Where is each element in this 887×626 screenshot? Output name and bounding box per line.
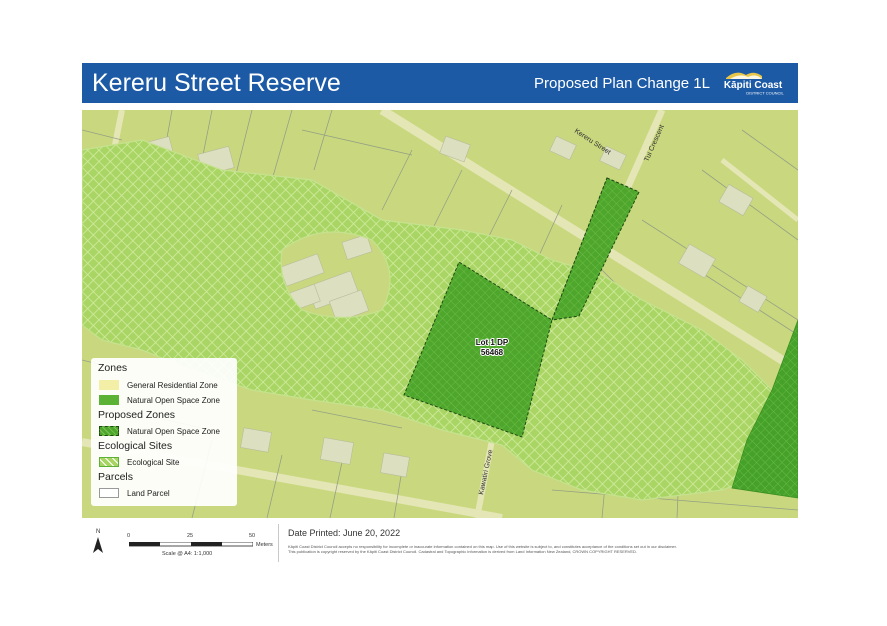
map-header: Kereru Street Reserve Proposed Plan Chan… bbox=[82, 63, 798, 103]
map-title: Kereru Street Reserve bbox=[92, 69, 341, 97]
north-label: N bbox=[96, 529, 101, 535]
legend-item-land-parcel: Land Parcel bbox=[99, 487, 170, 499]
legend-label-natural-open-space: Natural Open Space Zone bbox=[127, 395, 220, 405]
scale-ratio: Scale @ A4: 1:1,000 bbox=[162, 551, 213, 557]
scale-label-25: 25 bbox=[187, 533, 194, 539]
legend-label-general-residential: General Residential Zone bbox=[127, 380, 218, 390]
legend-label-proposed-natural-open-space: Natural Open Space Zone bbox=[127, 426, 220, 436]
legend-label-ecological-site: Ecological Site bbox=[127, 457, 180, 467]
scale-label-0: 0 bbox=[127, 533, 131, 539]
land-parcel-swatch bbox=[99, 488, 119, 498]
lot-label-line-1: Lot 1 DP bbox=[476, 338, 509, 347]
legend-item-general-residential: General Residential Zone bbox=[99, 379, 218, 391]
scale-label-50: 50 bbox=[249, 533, 256, 539]
legend-item-natural-open-space: Natural Open Space Zone bbox=[99, 394, 220, 406]
scale-bar bbox=[129, 542, 253, 547]
legend-item-ecological-site: Ecological Site bbox=[99, 456, 179, 468]
map-legend: Zones General Residential Zone Natural O… bbox=[91, 358, 237, 506]
legend-heading-zones: Zones bbox=[98, 362, 128, 374]
legend-heading-proposed-zones: Proposed Zones bbox=[98, 409, 176, 421]
scale-bar-panel: N 0 25 50 Meters Scale @ A4: 1:1,000 bbox=[82, 524, 279, 562]
north-arrow-icon bbox=[93, 537, 103, 553]
disclaimer-line-2: This publication is copyright reserved b… bbox=[288, 549, 638, 554]
legend-item-proposed-natural-open-space: Natural Open Space Zone bbox=[99, 425, 220, 437]
lot-label-line-2: 56468 bbox=[481, 348, 504, 357]
general-residential-swatch bbox=[99, 380, 119, 390]
legend-heading-parcels: Parcels bbox=[98, 471, 134, 483]
svg-text:Kāpiti Coast: Kāpiti Coast bbox=[724, 80, 783, 91]
disclaimer: Kāpiti Coast District Council accepts no… bbox=[288, 544, 788, 554]
ecological-site-swatch bbox=[99, 457, 119, 467]
date-printed: Date Printed: June 20, 2022 bbox=[288, 528, 401, 538]
council-logo: Kāpiti Coast DISTRICT COUNCIL bbox=[716, 67, 790, 99]
plan-change-subtitle: Proposed Plan Change 1L bbox=[534, 75, 710, 92]
legend-heading-ecological-sites: Ecological Sites bbox=[98, 440, 173, 452]
map-frame[interactable]: Kereru Street Tui Crescent Kawatiri Grov… bbox=[82, 110, 798, 518]
scale-unit: Meters bbox=[256, 542, 273, 548]
natural-open-space-swatch bbox=[99, 395, 119, 405]
legend-label-land-parcel: Land Parcel bbox=[127, 488, 170, 498]
proposed-zone-swatch bbox=[99, 426, 119, 436]
map-footer: N 0 25 50 Meters Scale @ A4: 1:1,000 Dat… bbox=[82, 524, 798, 562]
svg-text:DISTRICT COUNCIL: DISTRICT COUNCIL bbox=[746, 91, 784, 96]
